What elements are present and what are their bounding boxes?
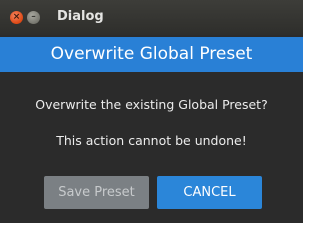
window-bottom-edge xyxy=(0,223,303,231)
minimize-icon[interactable]: – xyxy=(27,11,40,24)
dialog-heading: Overwrite Global Preset xyxy=(50,44,253,64)
cancel-button[interactable]: CANCEL xyxy=(157,176,262,209)
window-title: Dialog xyxy=(57,9,104,24)
close-icon[interactable]: × xyxy=(10,11,23,24)
confirmation-question: Overwrite the existing Global Preset? xyxy=(35,97,268,112)
save-preset-button[interactable]: Save Preset xyxy=(44,176,149,209)
warning-message: This action cannot be undone! xyxy=(56,133,247,148)
dialog-header: Overwrite Global Preset xyxy=(0,37,303,72)
dialog-body: Overwrite Global Preset Overwrite the ex… xyxy=(0,35,303,223)
title-bar[interactable]: × – Dialog xyxy=(0,0,303,35)
dialog-window: × – Dialog Overwrite Global Preset Overw… xyxy=(0,0,303,231)
